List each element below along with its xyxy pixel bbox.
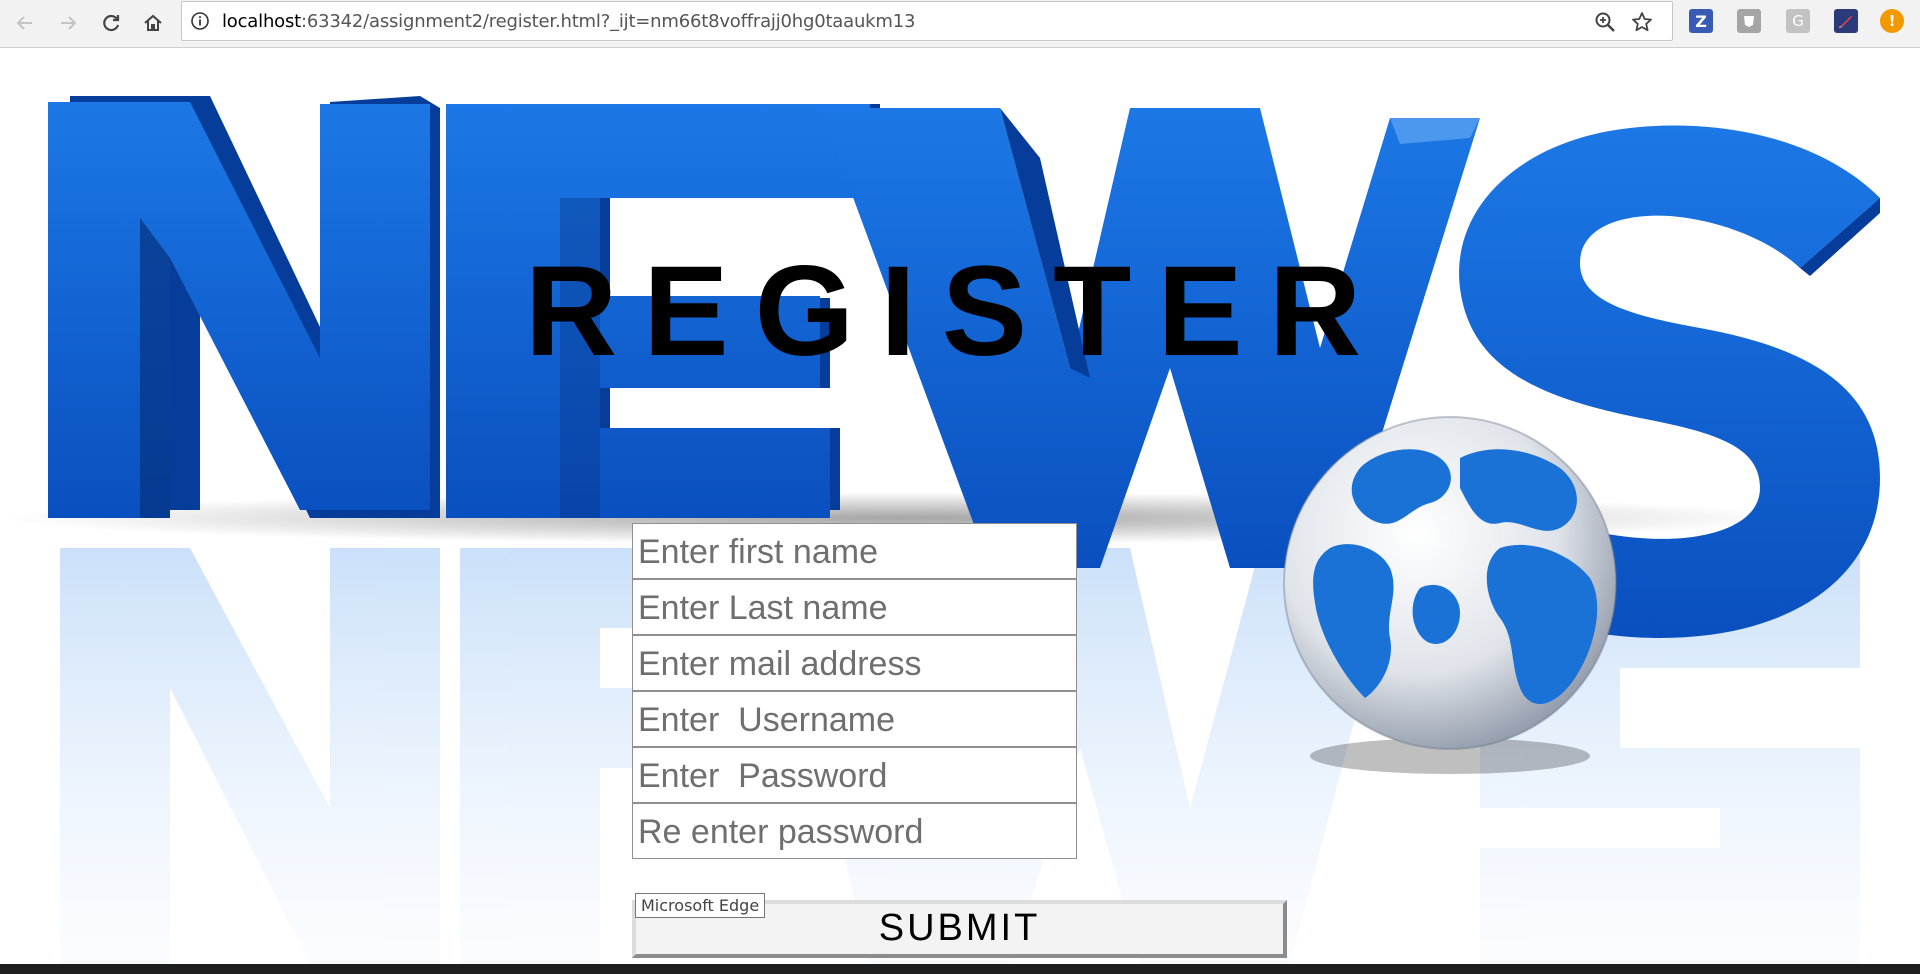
page-title: REGISTER [524, 240, 1388, 383]
forward-icon[interactable] [53, 8, 83, 38]
bookmark-star-icon[interactable] [1631, 11, 1653, 33]
browser-toolbar: localhost:63342/assignment2/register.htm… [0, 0, 1920, 48]
first-name-input[interactable]: Enter first name [632, 523, 1077, 579]
username-input[interactable]: Enter Username [632, 691, 1077, 747]
register-form: Enter first name Enter Last name Enter m… [632, 523, 1077, 859]
reload-icon[interactable] [96, 8, 126, 38]
taskbar-strip [0, 964, 1920, 974]
g-extension-icon[interactable]: G [1786, 9, 1810, 33]
email-input[interactable]: Enter mail address [632, 635, 1077, 691]
url-text[interactable]: localhost:63342/assignment2/register.htm… [222, 11, 915, 32]
page-viewport: REGISTER Enter first name Enter Last nam… [0, 48, 1920, 964]
shield-extension-icon[interactable] [1737, 9, 1761, 33]
tooltip: Microsoft Edge [635, 893, 766, 918]
pen-extension-icon[interactable] [1834, 9, 1858, 33]
zoom-icon[interactable] [1594, 11, 1616, 33]
password-input[interactable]: Enter Password [632, 747, 1077, 803]
address-bar[interactable]: localhost:63342/assignment2/register.htm… [181, 1, 1673, 41]
globe-image [1283, 416, 1617, 750]
home-icon[interactable] [138, 8, 168, 38]
z-extension-icon[interactable]: Z [1689, 9, 1713, 33]
back-icon[interactable] [10, 8, 40, 38]
alert-extension-icon[interactable]: ! [1880, 9, 1904, 33]
repassword-input[interactable]: Re enter password [632, 803, 1077, 859]
info-icon[interactable] [190, 11, 210, 31]
last-name-input[interactable]: Enter Last name [632, 579, 1077, 635]
